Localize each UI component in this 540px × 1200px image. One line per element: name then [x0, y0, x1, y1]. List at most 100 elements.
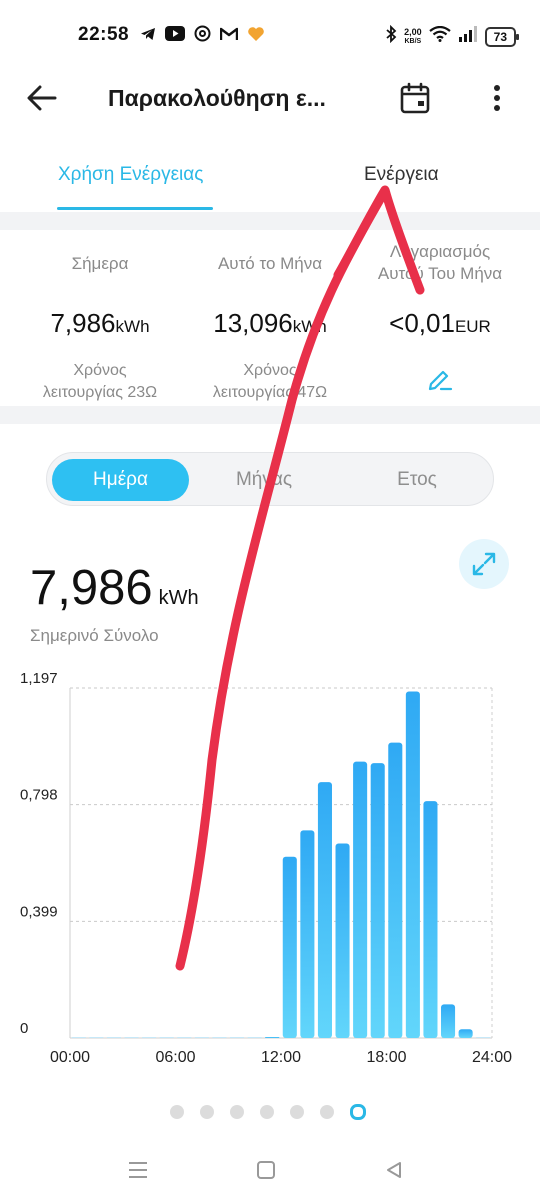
- page-dot[interactable]: [320, 1105, 334, 1119]
- page-dot[interactable]: [170, 1105, 184, 1119]
- stat-bill-number: <0,01: [389, 308, 455, 338]
- bar-hour-19: [405, 691, 420, 1038]
- back-button[interactable]: [22, 82, 62, 114]
- stat-bill-label: Λογαριασμός Αυτού Του Μήνα: [360, 241, 520, 285]
- page-dot-active[interactable]: [350, 1104, 366, 1120]
- y-tick-label: 0,798: [20, 787, 58, 804]
- stat-today-unit: kWh: [115, 317, 150, 336]
- stat-month: Αυτό το Μήνα 13,096kWh Χρόνος λειτουργία…: [190, 230, 350, 401]
- segment-day[interactable]: Ημέρα: [52, 459, 189, 501]
- stat-today: Σήμερα 7,986kWh Χρόνος λειτουργίας 23Ω: [20, 230, 180, 401]
- tab-energy[interactable]: Ενέργεια: [364, 164, 439, 186]
- youtube-icon: [165, 26, 185, 46]
- page-dot[interactable]: [230, 1105, 244, 1119]
- stats-panel: Σήμερα 7,986kWh Χρόνος λειτουργίας 23Ω Α…: [0, 230, 540, 406]
- bar-hour-12: [282, 856, 297, 1038]
- calendar-icon: [400, 82, 430, 114]
- stat-month-runtime-line1: Χρόνος: [243, 362, 297, 379]
- section-divider-2: [0, 406, 540, 424]
- page-dot[interactable]: [200, 1105, 214, 1119]
- bar-hour-01: [89, 1037, 104, 1038]
- bar-hour-21: [441, 1004, 456, 1038]
- stat-bill-label-line2: Αυτού Του Μήνα: [377, 264, 503, 283]
- stat-bill-unit: EUR: [454, 317, 491, 336]
- heart-icon: [247, 26, 265, 47]
- back-nav-button[interactable]: [378, 1156, 410, 1184]
- status-time: 22:58: [78, 24, 130, 45]
- expand-chart-button[interactable]: [459, 539, 509, 589]
- bar-hour-05: [159, 1037, 174, 1038]
- page-dot[interactable]: [290, 1105, 304, 1119]
- bar-hour-09: [230, 1037, 245, 1038]
- stat-month-value: 13,096kWh: [190, 308, 350, 339]
- y-tick-label: 0: [20, 1020, 28, 1037]
- stat-bill: Λογαριασμός Αυτού Του Μήνα <0,01EUR: [360, 230, 520, 391]
- stat-bill-label-line1: Λογαριασμός: [389, 242, 491, 261]
- total-unit: kWh: [158, 587, 199, 609]
- stat-bill-value: <0,01EUR: [360, 308, 520, 339]
- stat-today-runtime-line1: Χρόνος: [73, 362, 127, 379]
- tab-bar: Χρήση Ενέργειας Ενέργεια: [0, 140, 540, 212]
- bar-hour-14: [317, 782, 332, 1038]
- segment-month[interactable]: Μήνας: [199, 459, 329, 501]
- tab-energy-usage[interactable]: Χρήση Ενέργειας: [58, 164, 203, 186]
- telegram-icon: [140, 26, 156, 47]
- bluetooth-icon: [385, 24, 397, 48]
- speed-unit: KB/S: [404, 37, 422, 45]
- stat-today-runtime: Χρόνος λειτουργίας 23Ω: [20, 360, 180, 404]
- y-tick-label: 0,399: [20, 903, 58, 920]
- bar-hour-11: [265, 1037, 280, 1038]
- bar-hour-06: [177, 1037, 192, 1038]
- bar-hour-16: [353, 761, 368, 1038]
- segment-year[interactable]: Ετος: [347, 459, 487, 501]
- recent-apps-button[interactable]: [122, 1156, 154, 1184]
- bar-hour-23: [476, 1037, 491, 1038]
- page-title: Παρακολούθηση ε...: [108, 85, 326, 111]
- section-divider: [0, 212, 540, 230]
- menu-icon: [129, 1162, 147, 1178]
- pencil-icon: [428, 370, 453, 391]
- edit-bill-button[interactable]: [424, 364, 456, 396]
- home-button[interactable]: [250, 1156, 282, 1184]
- x-tick-label: 00:00: [50, 1049, 90, 1066]
- bar-hour-02: [106, 1037, 121, 1038]
- system-icons: 2,00 KB/S 73: [385, 24, 520, 48]
- status-bar: 22:58 2,00 KB/S 73: [0, 0, 540, 70]
- page-dot[interactable]: [260, 1105, 274, 1119]
- x-tick-label: 18:00: [366, 1049, 406, 1066]
- bar-hour-13: [300, 830, 315, 1038]
- battery-icon: 73: [484, 26, 520, 47]
- stat-month-runtime: Χρόνος λειτουργίας 47Ω: [190, 360, 350, 404]
- y-tick-label: 1,197: [20, 670, 58, 687]
- page-indicator: [170, 1104, 366, 1120]
- stat-today-number: 7,986: [50, 308, 116, 338]
- expand-icon: [472, 552, 496, 576]
- system-nav-bar: [0, 1140, 540, 1200]
- energy-bar-chart: 1,197 0,798 0,399 0 00:00 06:00 12:00 18:00 24:0…: [20, 670, 512, 1066]
- signal-icon: [458, 26, 478, 47]
- bar-hour-17: [370, 763, 385, 1038]
- bar-hour-03: [124, 1037, 139, 1038]
- more-options-button[interactable]: [482, 78, 512, 118]
- stat-today-label: Σήμερα: [71, 254, 129, 273]
- stat-today-runtime-line2: λειτουργίας 23Ω: [42, 384, 158, 401]
- bar-hour-00: [71, 1037, 86, 1038]
- calendar-button[interactable]: [396, 78, 434, 118]
- x-tick-label: 24:00: [472, 1049, 512, 1066]
- bar-hour-18: [388, 742, 403, 1038]
- bar-hour-20: [423, 801, 438, 1038]
- total-today: 7,986 kWh: [30, 560, 199, 616]
- stat-month-label: Αυτό το Μήνα: [217, 254, 323, 273]
- stat-month-number: 13,096: [213, 308, 293, 338]
- wifi-icon: [428, 25, 451, 47]
- x-tick-label: 12:00: [261, 1049, 301, 1066]
- bar-hour-08: [212, 1037, 227, 1038]
- bar-hour-07: [194, 1037, 209, 1038]
- bar-hour-22: [458, 1029, 473, 1038]
- notification-icons: [140, 25, 265, 47]
- stat-today-value: 7,986kWh: [20, 308, 180, 339]
- back-triangle-icon: [387, 1162, 401, 1178]
- battery-level: 73: [493, 29, 507, 44]
- total-label: Σημερινό Σύνολο: [30, 626, 159, 645]
- app-bar: Παρακολούθηση ε...: [0, 70, 540, 126]
